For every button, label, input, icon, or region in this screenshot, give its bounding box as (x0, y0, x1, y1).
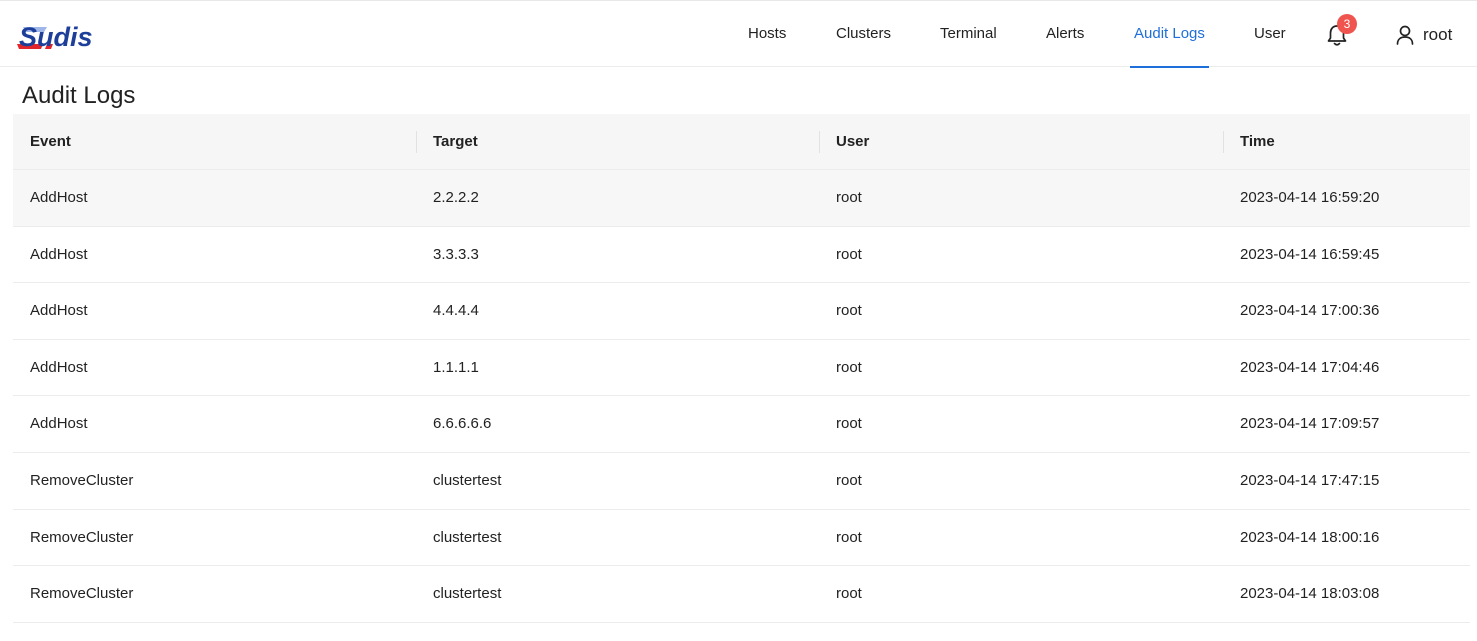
nav-user[interactable]: User (1254, 1, 1286, 67)
cell-time: 2023-04-14 18:00:16 (1240, 528, 1380, 546)
nav-clusters[interactable]: Clusters (836, 1, 891, 67)
cell-target: 6.6.6.6.6 (433, 415, 492, 433)
cell-time: 2023-04-14 16:59:20 (1240, 189, 1380, 206)
cell-target: 3.3.3.3 (433, 245, 479, 263)
cell-time: 2023-04-14 17:04:46 (1240, 358, 1380, 376)
cell-time: 2023-04-14 18:03:08 (1240, 585, 1380, 603)
table-row: AddHost 6.6.6.6.6 root 2023-04-14 17:09:… (13, 396, 1470, 453)
cell-target: clustertest (433, 528, 502, 546)
cell-user: root (836, 245, 862, 263)
cell-event: AddHost (30, 302, 88, 320)
cell-time: 2023-04-14 17:09:57 (1240, 415, 1380, 433)
cell-time: 2023-04-14 17:47:15 (1240, 471, 1380, 489)
cell-event: AddHost (30, 189, 88, 206)
column-header-event: Event (30, 133, 71, 150)
cell-target: 1.1.1.1 (433, 358, 479, 376)
cell-target: clustertest (433, 471, 502, 489)
cell-event: AddHost (30, 245, 88, 263)
notification-count-badge: 3 (1337, 14, 1357, 34)
cell-target: 4.4.4.4 (433, 302, 479, 320)
table-row: RemoveCluster clustertest root 2023-04-1… (13, 509, 1470, 567)
top-navigation-bar: Sudis Hosts Clusters Terminal Alerts Aud… (0, 0, 1477, 68)
column-header-user: User (819, 114, 1223, 170)
cell-user: root (836, 585, 862, 603)
cell-user: root (836, 358, 862, 376)
cell-target: clustertest (433, 585, 502, 603)
cell-event: AddHost (30, 358, 88, 376)
cell-event: RemoveCluster (30, 528, 134, 546)
cell-user: root (836, 189, 862, 206)
table-row: AddHost 3.3.3.3 root 2023-04-14 16:59:45 (13, 226, 1470, 284)
cell-user: root (836, 471, 862, 489)
cell-event: RemoveCluster (30, 471, 134, 489)
cell-user: root (836, 415, 862, 433)
cell-target: 2.2.2.2 (433, 189, 479, 206)
audit-log-table: Event Target User Time AddHost 2.2.2.2 r… (13, 114, 1470, 623)
cell-user: root (836, 528, 862, 546)
cell-event: AddHost (30, 415, 88, 433)
nav-terminal[interactable]: Terminal (940, 1, 997, 67)
nav-hosts[interactable]: Hosts (748, 1, 786, 67)
cell-event: RemoveCluster (30, 585, 134, 603)
table-header-row: Event Target User Time (13, 114, 1470, 170)
nav-audit-logs[interactable]: Audit Logs (1130, 1, 1209, 68)
table-row: AddHost 4.4.4.4 root 2023-04-14 17:00:36 (13, 283, 1470, 340)
nav-alerts[interactable]: Alerts (1046, 1, 1084, 67)
account-menu[interactable]: root (1396, 23, 1452, 47)
cell-time: 2023-04-14 16:59:45 (1240, 245, 1380, 263)
logo-text: Sudis (19, 22, 93, 50)
column-header-time: Time (1223, 114, 1470, 170)
table-row: RemoveCluster clustertest root 2023-04-1… (13, 566, 1470, 623)
account-username: root (1423, 25, 1453, 44)
table-row: AddHost 1.1.1.1 root 2023-04-14 17:04:46 (13, 339, 1470, 397)
table-row: AddHost 2.2.2.2 root 2023-04-14 16:59:20 (13, 170, 1470, 227)
page-title: Audit Logs (22, 82, 136, 109)
column-header-target: Target (416, 114, 819, 170)
sudis-logo[interactable]: Sudis (17, 20, 131, 50)
table-row: RemoveCluster clustertest root 2023-04-1… (13, 452, 1470, 510)
cell-user: root (836, 302, 862, 320)
user-icon (1396, 25, 1414, 45)
cell-time: 2023-04-14 17:00:36 (1240, 302, 1380, 320)
